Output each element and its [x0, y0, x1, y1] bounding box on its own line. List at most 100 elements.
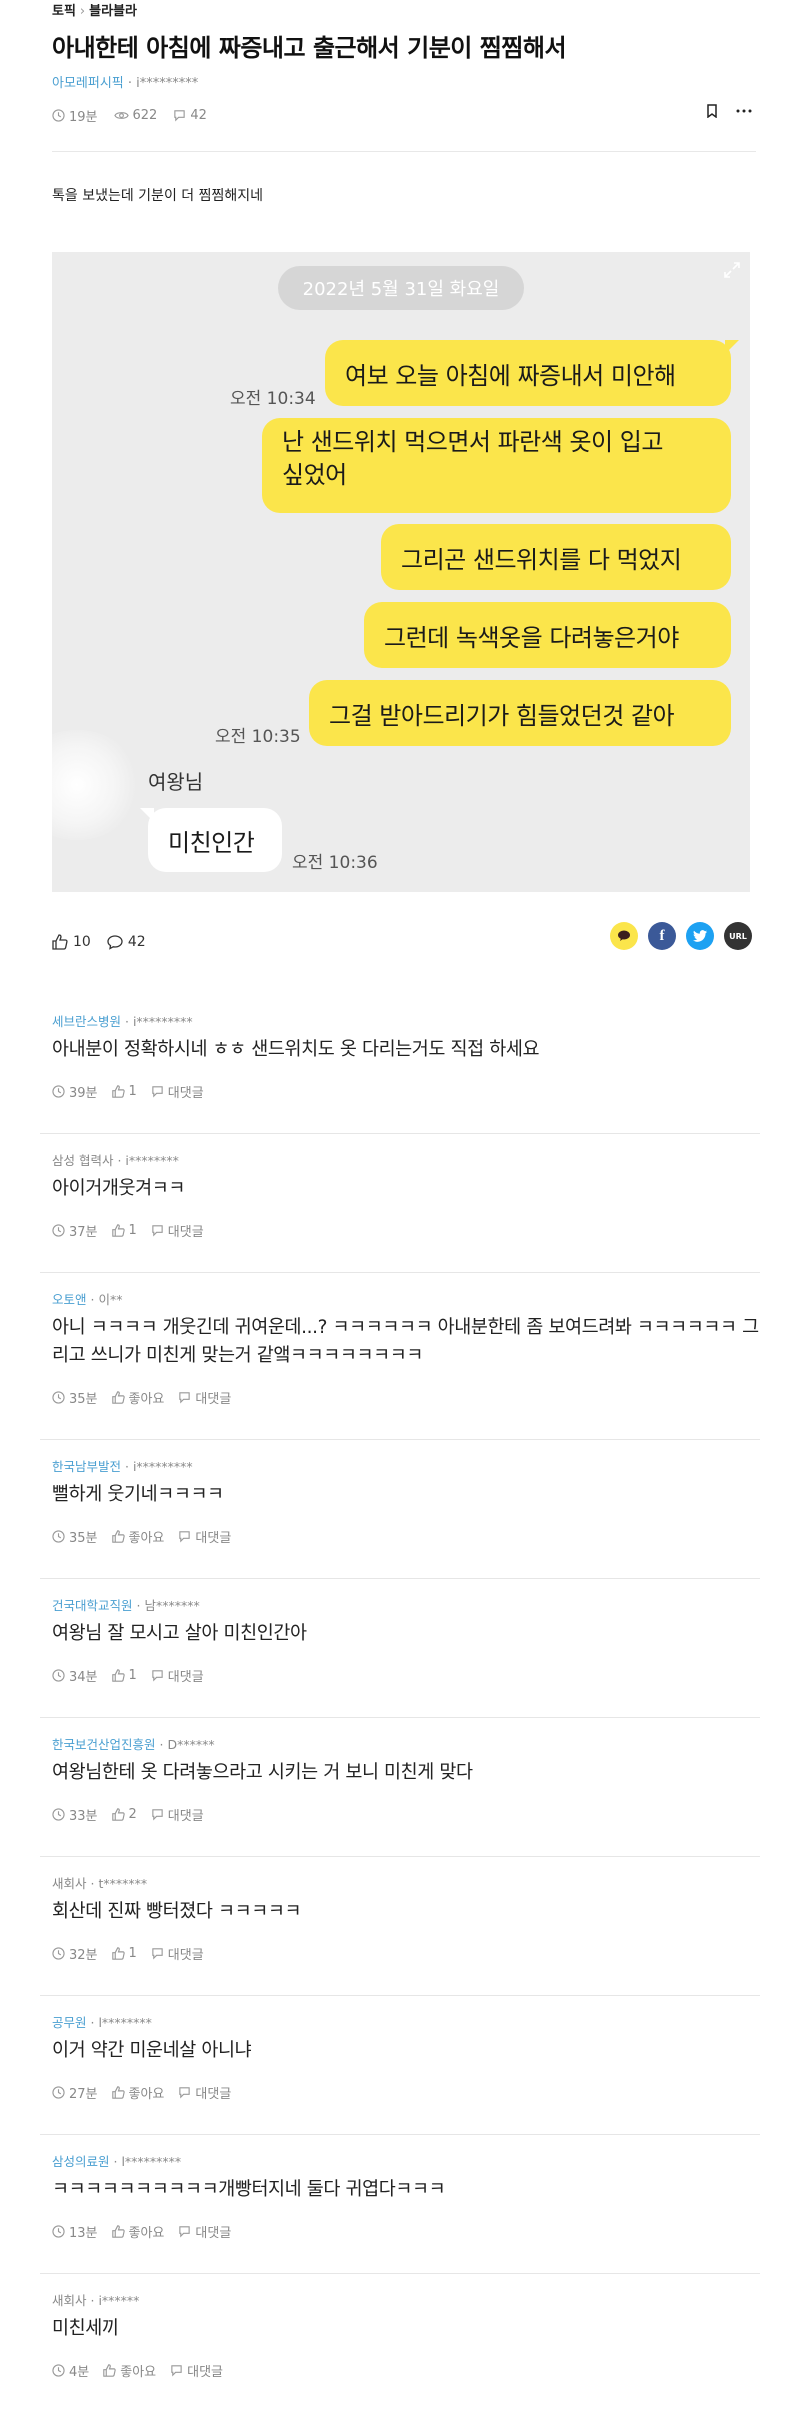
comment-time: 33분: [52, 1805, 98, 1824]
comment-reply-button[interactable]: 대댓글: [178, 1527, 231, 1546]
comment-author-id: D******: [167, 1737, 215, 1752]
author-company[interactable]: 아모레퍼시픽: [52, 76, 124, 91]
chat-screenshot[interactable]: 2022년 5월 31일 화요일 오전 10:34 여보 오늘 아침에 짜증내서…: [52, 252, 750, 892]
thumbs-up-icon: [111, 1085, 125, 1098]
comment-list: 세브란스병원 · i********* 아내분이 정확하시네 ㅎㅎ 샌드위치도 …: [40, 1010, 760, 2428]
post-views-value: 622: [132, 108, 158, 123]
reply-label: 대댓글: [167, 1086, 204, 1101]
comment-text: 이거 약간 미운네살 아니냐: [52, 2040, 252, 2061]
comment-text: 여왕님한테 옷 다려놓으라고 시키는 거 보니 미친게 맞다: [52, 1762, 473, 1783]
comment-meta: 13분 좋아요 대댓글: [52, 2222, 245, 2241]
comment-like-button[interactable]: 좋아요: [111, 2222, 164, 2241]
comment-company[interactable]: 새회사: [52, 2293, 87, 2308]
comment-reply-button[interactable]: 대댓글: [151, 1221, 204, 1240]
thumbs-up-icon: [111, 1224, 125, 1237]
url-share-button[interactable]: URL: [724, 922, 752, 950]
divider: [40, 1717, 760, 1718]
comment-company[interactable]: 새회사: [52, 1876, 87, 1891]
comment-reply-button[interactable]: 대댓글: [178, 2222, 231, 2241]
comment-text: 아내분이 정확하시네 ㅎㅎ 샌드위치도 옷 다리는거도 직접 하세요: [52, 1039, 540, 1060]
clock-icon: [52, 2364, 65, 2377]
breadcrumb-topic[interactable]: 토픽: [52, 4, 76, 19]
comment-time: 39분: [52, 1082, 98, 1101]
comment-reply-button[interactable]: 대댓글: [151, 1082, 204, 1101]
page-title: 아내한테 아침에 짜증내고 출근해서 기분이 찜찜해서: [52, 34, 567, 62]
comment-reply-button[interactable]: 대댓글: [151, 1944, 204, 1963]
post-tools: [688, 104, 752, 118]
comment-company[interactable]: 오토앤: [52, 1292, 87, 1307]
divider: [40, 1439, 760, 1440]
comment-company[interactable]: 건국대학교직원: [52, 1598, 133, 1613]
comment-icon: [179, 2087, 191, 2099]
divider: [40, 1272, 760, 1273]
expand-icon[interactable]: [722, 260, 742, 280]
comment-like-button[interactable]: 1: [111, 1084, 137, 1099]
comment-reply-button[interactable]: 대댓글: [178, 2083, 231, 2102]
comment-count: 42: [127, 934, 146, 950]
comment-like-count: 2: [128, 1807, 137, 1822]
twitter-icon: [693, 930, 707, 942]
bookmark-icon[interactable]: [706, 104, 718, 118]
comment-meta: 35분 좋아요 대댓글: [52, 1388, 245, 1407]
comment-like-button[interactable]: 1: [111, 1946, 137, 1961]
comment-company[interactable]: 삼성 협력사: [52, 1153, 113, 1168]
chat-bubble: 그리곤 샌드위치를 다 먹었지: [381, 524, 731, 590]
comment-author-id: l********: [98, 2015, 152, 2030]
comment-like-button[interactable]: 좋아요: [111, 1527, 165, 1546]
comment-like-button[interactable]: 좋아요: [111, 2083, 165, 2102]
divider: [40, 1133, 760, 1134]
comment-like-count: 1: [128, 1668, 137, 1683]
comment-reply-button[interactable]: 대댓글: [178, 1388, 231, 1407]
comment-time: 37분: [52, 1221, 98, 1240]
comment-item: 공무원 · l******** 이거 약간 미운네살 아니냐 27분 좋아요 대…: [40, 2011, 760, 2150]
comment-company[interactable]: 공무원: [52, 2015, 87, 2030]
comment-meta: 33분 2 대댓글: [52, 1805, 218, 1824]
reply-label: 대댓글: [195, 2087, 232, 2102]
comment-like-count: 좋아요: [128, 2087, 165, 2102]
chat-bubble: 그런데 녹색옷을 다려놓은거야: [364, 602, 731, 668]
comment-company[interactable]: 세브란스병원: [52, 1014, 121, 1029]
comment-meta: 37분 1 대댓글: [52, 1221, 218, 1240]
post-views: 622: [113, 108, 158, 123]
comment-reply-button[interactable]: 대댓글: [170, 2361, 223, 2380]
like-button[interactable]: 10: [52, 934, 91, 950]
more-icon[interactable]: [736, 109, 752, 113]
breadcrumb-board[interactable]: 블라블라: [89, 4, 137, 19]
twitter-share-button[interactable]: [686, 922, 714, 950]
chat-date: 2022년 5월 31일 화요일: [278, 266, 524, 310]
kakao-share-button[interactable]: [610, 922, 638, 950]
comment-company[interactable]: 한국보건산업진흥원: [52, 1737, 156, 1752]
comment-like-button[interactable]: 좋아요: [103, 2361, 156, 2380]
comment-like-button[interactable]: 1: [111, 1668, 137, 1683]
comment-meta: 27분 좋아요 대댓글: [52, 2083, 245, 2102]
comment-reply-button[interactable]: 대댓글: [151, 1666, 204, 1685]
clock-icon: [52, 1391, 65, 1404]
facebook-share-button[interactable]: f: [648, 922, 676, 950]
comment-like-count: 좋아요: [120, 2365, 157, 2380]
comment-like-button[interactable]: 2: [111, 1807, 137, 1822]
comment-like-button[interactable]: 좋아요: [111, 1388, 164, 1407]
comment-reply-button[interactable]: 대댓글: [151, 1805, 204, 1824]
chat-time: 오전 10:34: [230, 389, 316, 409]
clock-icon: [52, 109, 65, 122]
comment-icon: [107, 935, 123, 950]
comment-button[interactable]: 42: [107, 934, 146, 950]
comment-meta: 39분 1 대댓글: [52, 1082, 218, 1101]
post-time-value: 19분: [69, 110, 98, 125]
chat-bubble: 그걸 받아드리기가 힘들었던것 같아: [309, 680, 731, 746]
eye-icon: [113, 112, 129, 119]
breadcrumb: 토픽 › 블라블라: [52, 0, 137, 19]
clock-icon: [52, 1808, 65, 1821]
comment-like-count: 좋아요: [128, 1531, 165, 1546]
comment-time: 34분: [52, 1666, 98, 1685]
comment-company[interactable]: 삼성의료원: [52, 2154, 110, 2169]
post-time: 19분: [52, 106, 98, 125]
comment-company[interactable]: 한국남부발전: [52, 1459, 121, 1474]
thumbs-up-icon: [111, 2225, 125, 2238]
comment-author-id: i********: [125, 1153, 179, 1168]
comment-like-button[interactable]: 1: [111, 1223, 137, 1238]
comment-author: 새회사 · t*******: [52, 1876, 148, 1891]
comment-item: 새회사 · i****** 미친세끼 4분 좋아요 대댓글: [52, 2289, 760, 2428]
chat-time: 오전 10:36: [292, 853, 378, 873]
comment-item: 한국남부발전 · i********* 뻘하게 웃기네ㅋㅋㅋㅋ 35분 좋아요 …: [40, 1455, 760, 1594]
